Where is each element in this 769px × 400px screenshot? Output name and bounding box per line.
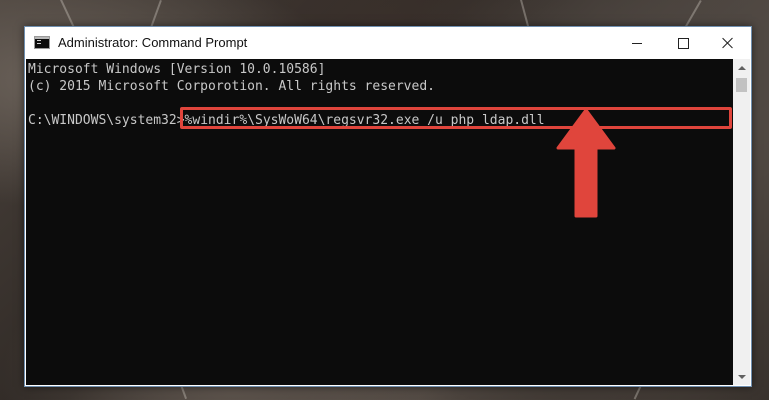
window-title: Administrator: Command Prompt [58,35,248,50]
command-highlight-box [180,107,732,129]
minimize-button[interactable] [614,27,660,59]
background-branch [149,0,162,29]
scroll-thumb[interactable] [736,78,747,92]
vertical-scrollbar[interactable] [733,59,750,385]
close-icon [722,37,734,49]
arrow-up-icon [556,108,616,218]
maximize-icon [677,37,689,49]
minimize-icon [632,42,642,44]
chevron-down-icon [737,374,746,379]
scroll-up-button[interactable] [733,59,750,76]
console-line-version: Microsoft Windows [Version 10.0.10586] [28,62,326,77]
command-prompt-icon[interactable] [34,36,50,49]
title-bar[interactable]: Administrator: Command Prompt [25,27,751,59]
background-branch [685,0,702,27]
console-line-copyright: (c) 2015 Microsoft Corporotion. All righ… [28,79,435,94]
close-button[interactable] [705,27,751,59]
console-prompt: C:\WINDOWS\system32> [28,113,185,128]
command-prompt-window: Administrator: Command Prompt Microsoft … [24,26,752,387]
console-output[interactable]: Microsoft Windows [Version 10.0.10586] (… [26,59,733,385]
background-branch [633,385,642,400]
chevron-up-icon [737,65,746,70]
scroll-down-button[interactable] [733,368,750,385]
maximize-button[interactable] [660,27,706,59]
